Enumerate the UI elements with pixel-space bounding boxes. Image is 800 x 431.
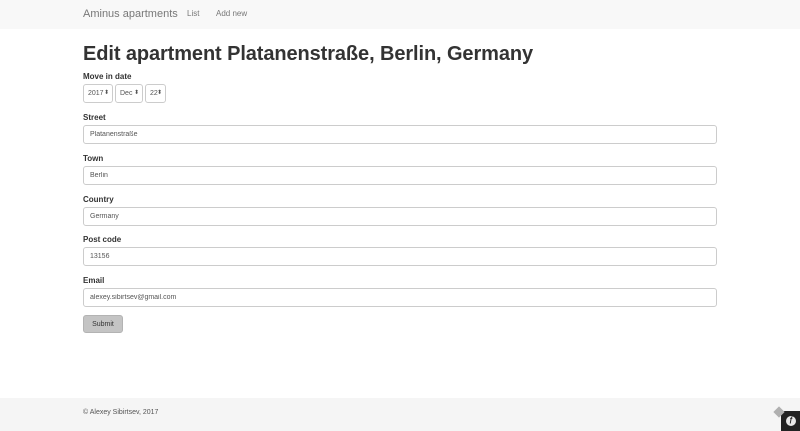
post-code-input[interactable] <box>83 247 717 266</box>
move-in-date-label: Move in date <box>83 72 132 81</box>
brand-link[interactable]: Aminus apartments <box>83 8 178 20</box>
footer: © Alexey Sibirtsev, 2017 <box>0 398 800 431</box>
move-in-month-select[interactable]: Dec ⬍ <box>115 84 143 103</box>
move-in-year-value: 2017 <box>88 90 104 97</box>
move-in-year-select[interactable]: 2017 ⬍ <box>83 84 113 103</box>
post-code-label: Post code <box>83 235 122 244</box>
town-label: Town <box>83 154 104 163</box>
submit-button[interactable]: Submit <box>83 315 123 333</box>
page-title: Edit apartment Platanenstraße, Berlin, G… <box>83 43 533 65</box>
select-arrows-icon: ⬍ <box>133 90 139 96</box>
footer-copyright: © Alexey Sibirtsev, 2017 <box>83 409 159 416</box>
debug-toolbar-toggle[interactable]: ƒ <box>773 406 800 431</box>
symfony-logo-icon: ƒ <box>786 416 796 426</box>
town-input[interactable] <box>83 166 717 185</box>
street-label: Street <box>83 113 106 122</box>
move-in-month-value: Dec <box>120 90 133 97</box>
street-input[interactable] <box>83 125 717 144</box>
select-arrows-icon: ⬍ <box>156 90 162 96</box>
navbar: Aminus apartments List Add new <box>0 0 800 29</box>
country-input[interactable] <box>83 207 717 226</box>
move-in-day-select[interactable]: 22 ⬍ <box>145 84 166 103</box>
nav-link-list[interactable]: List <box>187 9 199 18</box>
nav-link-add-new[interactable]: Add new <box>216 9 247 18</box>
email-label: Email <box>83 276 105 285</box>
country-label: Country <box>83 195 114 204</box>
email-input[interactable] <box>83 288 717 307</box>
select-arrows-icon: ⬍ <box>103 90 109 96</box>
